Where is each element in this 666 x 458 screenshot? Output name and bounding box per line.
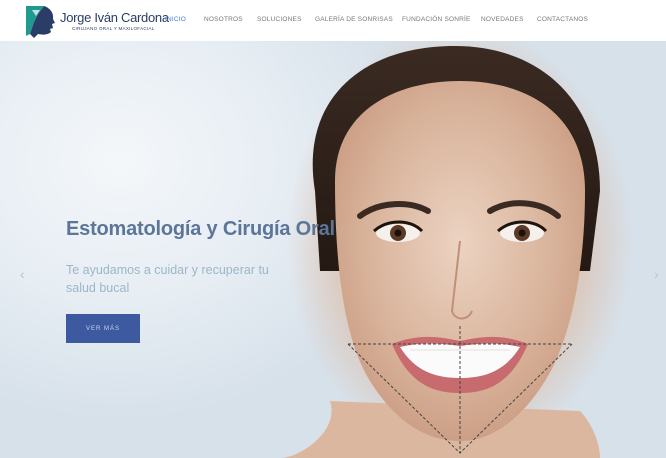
- nav-item-inicio[interactable]: INICIO: [165, 16, 186, 23]
- brand-tagline: CIRUJANO ORAL Y MAXILOFACIAL: [72, 26, 155, 31]
- face-profile-logo-icon: [26, 6, 55, 38]
- nav-item-fundacion[interactable]: FUNDACIÓN SONRÍE: [402, 16, 471, 23]
- site-header: Jorge Iván Cardona CIRUJANO ORAL Y MAXIL…: [0, 0, 666, 41]
- brand-logo[interactable]: Jorge Iván Cardona CIRUJANO ORAL Y MAXIL…: [24, 4, 169, 38]
- hero-title: Estomatología y Cirugía Oral: [66, 218, 335, 240]
- chevron-left-icon[interactable]: ‹: [20, 267, 25, 281]
- hero-slider: Estomatología y Cirugía Oral Te ayudamos…: [0, 41, 666, 458]
- chevron-right-icon[interactable]: ›: [654, 267, 659, 281]
- nav-item-novedades[interactable]: NOVEDADES: [481, 16, 524, 23]
- nav-item-soluciones[interactable]: SOLUCIONES: [257, 16, 302, 23]
- ver-mas-button[interactable]: VER MÁS: [66, 314, 140, 343]
- nav-item-galeria[interactable]: GALERÍA DE SONRISAS: [315, 16, 393, 23]
- hero-portrait-image: [280, 46, 600, 458]
- hero-subtitle: Te ayudamos a cuidar y recuperar tu salu…: [66, 263, 269, 295]
- brand-name: Jorge Iván Cardona: [60, 10, 169, 25]
- nav-item-contactanos[interactable]: CONTACTANOS: [537, 16, 588, 23]
- nav-item-nosotros[interactable]: NOSOTROS: [204, 16, 243, 23]
